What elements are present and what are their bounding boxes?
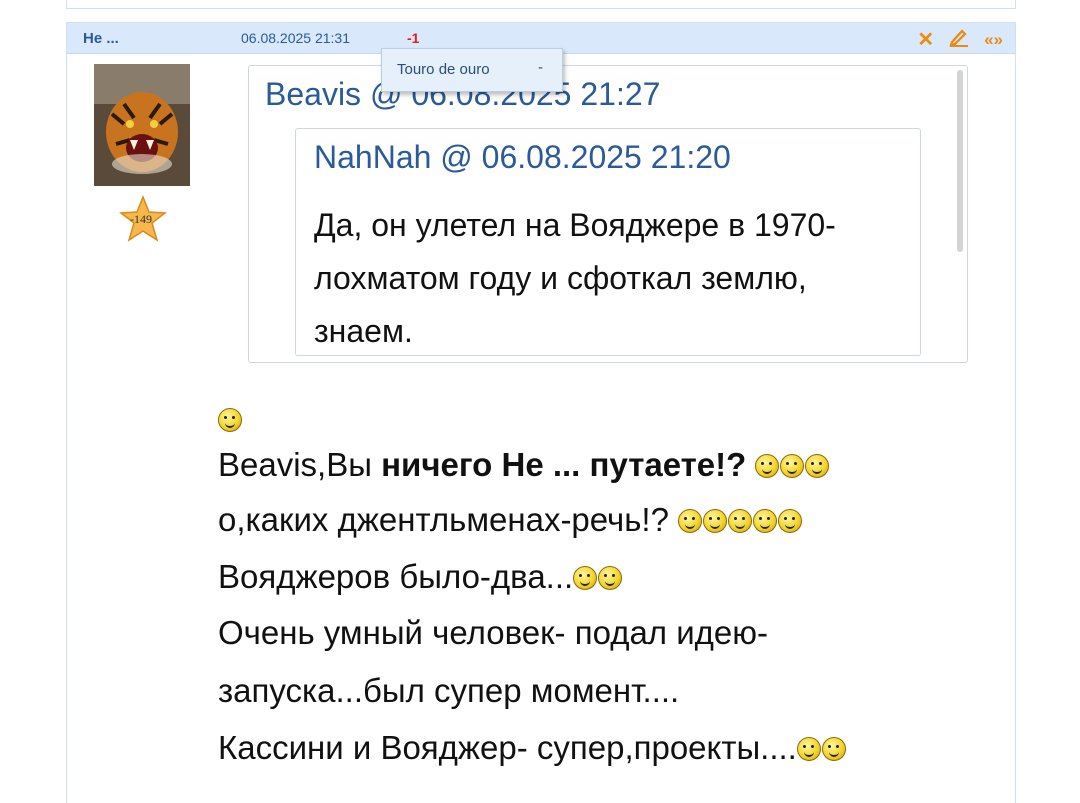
wink-smiley-icon bbox=[598, 566, 623, 590]
tooltip-vote-value: - bbox=[538, 59, 543, 76]
grin-smiley-icon bbox=[796, 737, 821, 761]
message-line-2-text: о,каких джентльменах-речь!? bbox=[218, 501, 669, 538]
user-rating-star[interactable]: -149 bbox=[118, 194, 168, 243]
post-author[interactable]: Не ... bbox=[83, 30, 119, 47]
avatar[interactable] bbox=[94, 64, 190, 186]
quote-button[interactable]: «» bbox=[984, 29, 1003, 51]
grin-smiley-icon bbox=[753, 509, 778, 533]
star-badge-value: -149 bbox=[130, 212, 152, 226]
quote-inner-author[interactable]: NahNah bbox=[314, 139, 431, 175]
message-line-4: Очень умный человек- подал идею- bbox=[218, 614, 769, 651]
quote-inner-text: Да, он улетел на Вояджере в 1970-лохмато… bbox=[314, 207, 836, 349]
quote-outer: Beavis @ 06.08.2025 21:27 NahNah @ 06.08… bbox=[248, 65, 968, 363]
quote-inner: NahNah @ 06.08.2025 21:20 Да, он улетел … bbox=[295, 128, 921, 356]
pencil-icon-svg bbox=[949, 29, 969, 47]
tooltip-voter-name[interactable]: Touro de ouro bbox=[397, 61, 490, 78]
smiley-icon bbox=[573, 566, 598, 590]
smiley-icon bbox=[755, 454, 780, 478]
message-line-1: Beavis,Вы ничего Не ... путаете!? bbox=[218, 445, 830, 485]
close-icon[interactable]: ✕ bbox=[917, 29, 934, 51]
quote-outer-author[interactable]: Beavis bbox=[265, 76, 361, 112]
previous-post-edge bbox=[66, 0, 1016, 9]
smiley-icon bbox=[678, 509, 703, 533]
message-line-5: запуска...был супер момент.... bbox=[218, 672, 680, 709]
message-line-6: Кассини и Вояджер- супер,проекты.... bbox=[218, 728, 847, 768]
message-line-2: о,каких джентльменах-речь!? bbox=[218, 500, 803, 540]
wink-smiley-icon bbox=[805, 454, 830, 478]
pencil-icon[interactable] bbox=[948, 27, 970, 52]
post-actions: ✕ «» bbox=[917, 27, 1003, 52]
quote-inner-header: NahNah @ 06.08.2025 21:20 bbox=[314, 139, 731, 176]
quote-inner-at: @ bbox=[440, 139, 473, 175]
smiley-icon bbox=[728, 509, 753, 533]
tiger-avatar-image bbox=[94, 64, 190, 186]
message-line-1-text: Beavis,Вы bbox=[218, 446, 382, 483]
surprised-smiley-icon bbox=[218, 408, 242, 432]
message-line-3-text: Вояджеров было-два... bbox=[218, 558, 574, 595]
post-rating[interactable]: -1 bbox=[407, 30, 419, 46]
wink-smiley-icon bbox=[778, 509, 803, 533]
grin-smiley-icon bbox=[780, 454, 805, 478]
message-line-3: Вояджеров было-два... bbox=[218, 557, 623, 597]
surprised-smiley-icon bbox=[703, 509, 728, 533]
quote-inner-datetime[interactable]: 06.08.2025 21:20 bbox=[482, 139, 731, 175]
rating-tooltip: Touro de ouro - bbox=[381, 48, 563, 92]
wink-smiley-icon bbox=[821, 737, 846, 761]
post-datetime[interactable]: 06.08.2025 21:31 bbox=[241, 30, 350, 46]
message-line-6-text: Кассини и Вояджер- супер,проекты.... bbox=[218, 729, 797, 766]
message-line-1-bold: ничего Не ... путаете!? bbox=[381, 446, 747, 483]
quote-scrollbar[interactable] bbox=[957, 70, 963, 252]
